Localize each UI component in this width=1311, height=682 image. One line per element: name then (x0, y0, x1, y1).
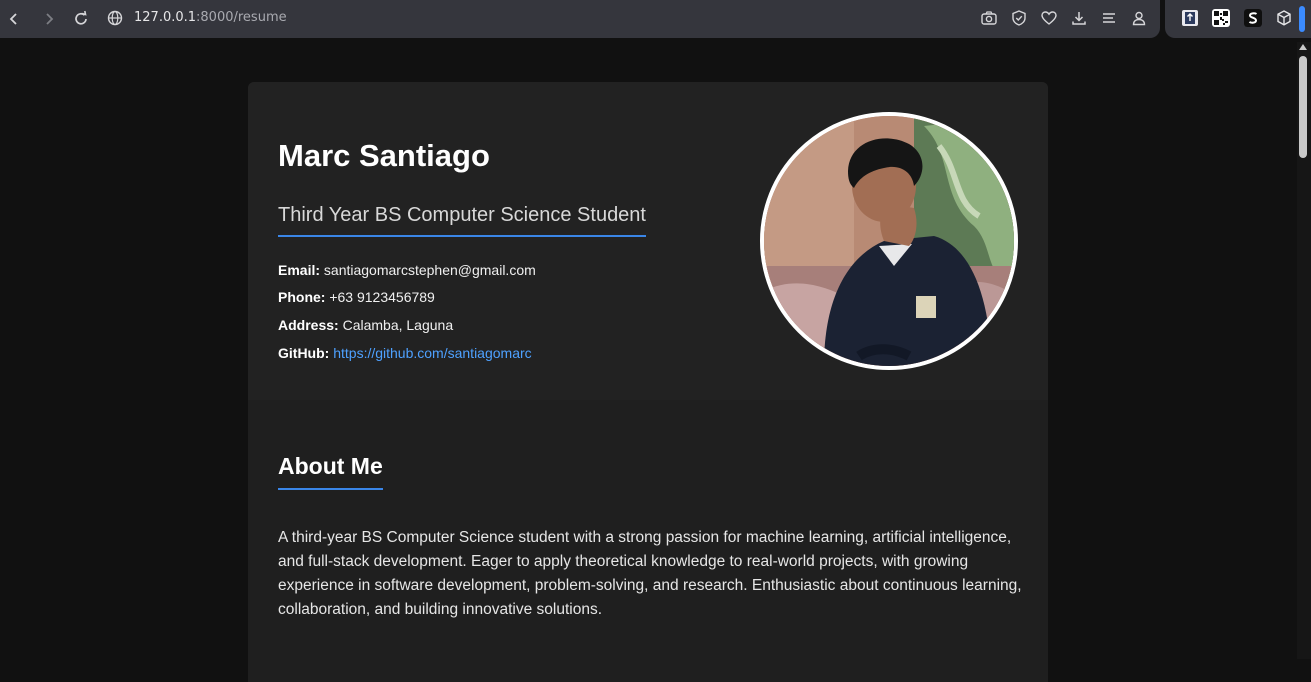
forward-button[interactable] (38, 8, 60, 30)
resume-card: Marc Santiago Third Year BS Computer Sci… (248, 82, 1048, 682)
profile-subtitle: Third Year BS Computer Science Student (278, 204, 646, 237)
scroll-up-arrow[interactable] (1299, 44, 1307, 50)
qr-code-icon[interactable] (1212, 9, 1230, 27)
about-heading: About Me (278, 453, 383, 490)
back-button[interactable] (3, 8, 25, 30)
phone-value: +63 9123456789 (329, 289, 435, 305)
github-link[interactable]: https://github.com/santiagomarc (333, 345, 531, 361)
avatar (760, 112, 1018, 370)
reload-button[interactable] (70, 8, 92, 30)
profile-header: Marc Santiago Third Year BS Computer Sci… (248, 82, 1048, 400)
about-paragraph: A third-year BS Computer Science student… (278, 529, 1022, 618)
cube-icon[interactable] (1275, 9, 1293, 27)
heart-icon[interactable] (1040, 9, 1058, 27)
extensions-bar (1165, 0, 1311, 38)
phone-row: Phone: +63 9123456789 (278, 289, 435, 305)
scroll-thumb[interactable] (1299, 56, 1307, 158)
extension-upload-icon[interactable] (1181, 9, 1199, 27)
extension-indicator (1299, 6, 1305, 32)
github-label: GitHub: (278, 345, 330, 361)
url-host: 127.0.0.1 (134, 10, 197, 25)
email-value: santiagomarcstephen@gmail.com (323, 262, 536, 278)
menu-lines-icon[interactable] (1100, 9, 1118, 27)
address-bar[interactable]: 127.0.0.1:8000/resume (134, 10, 287, 25)
browser-chrome: 127.0.0.1:8000/resume (0, 0, 1311, 40)
camera-icon[interactable] (980, 9, 998, 27)
download-icon[interactable] (1070, 9, 1088, 27)
profile-icon[interactable] (1130, 9, 1148, 27)
url-path: :8000/resume (196, 10, 287, 25)
chevron-right-icon (46, 13, 54, 25)
email-label: Email: (278, 262, 321, 278)
phone-label: Phone: (278, 289, 326, 305)
profile-name: Marc Santiago (278, 138, 490, 173)
shield-check-icon[interactable] (1010, 9, 1028, 27)
extension-s-icon[interactable] (1244, 9, 1262, 27)
browser-toolbar: 127.0.0.1:8000/resume (0, 0, 1160, 38)
chevron-left-icon (9, 13, 17, 25)
address-label: Address: (278, 317, 339, 333)
profile-photo (764, 116, 1014, 366)
github-row: GitHub: https://github.com/santiagomarc (278, 345, 532, 361)
address-row: Address: Calamba, Laguna (278, 317, 453, 333)
email-row: Email: santiagomarcstephen@gmail.com (278, 262, 536, 278)
globe-icon (107, 10, 123, 26)
address-value: Calamba, Laguna (342, 317, 454, 333)
reload-icon (75, 10, 87, 25)
